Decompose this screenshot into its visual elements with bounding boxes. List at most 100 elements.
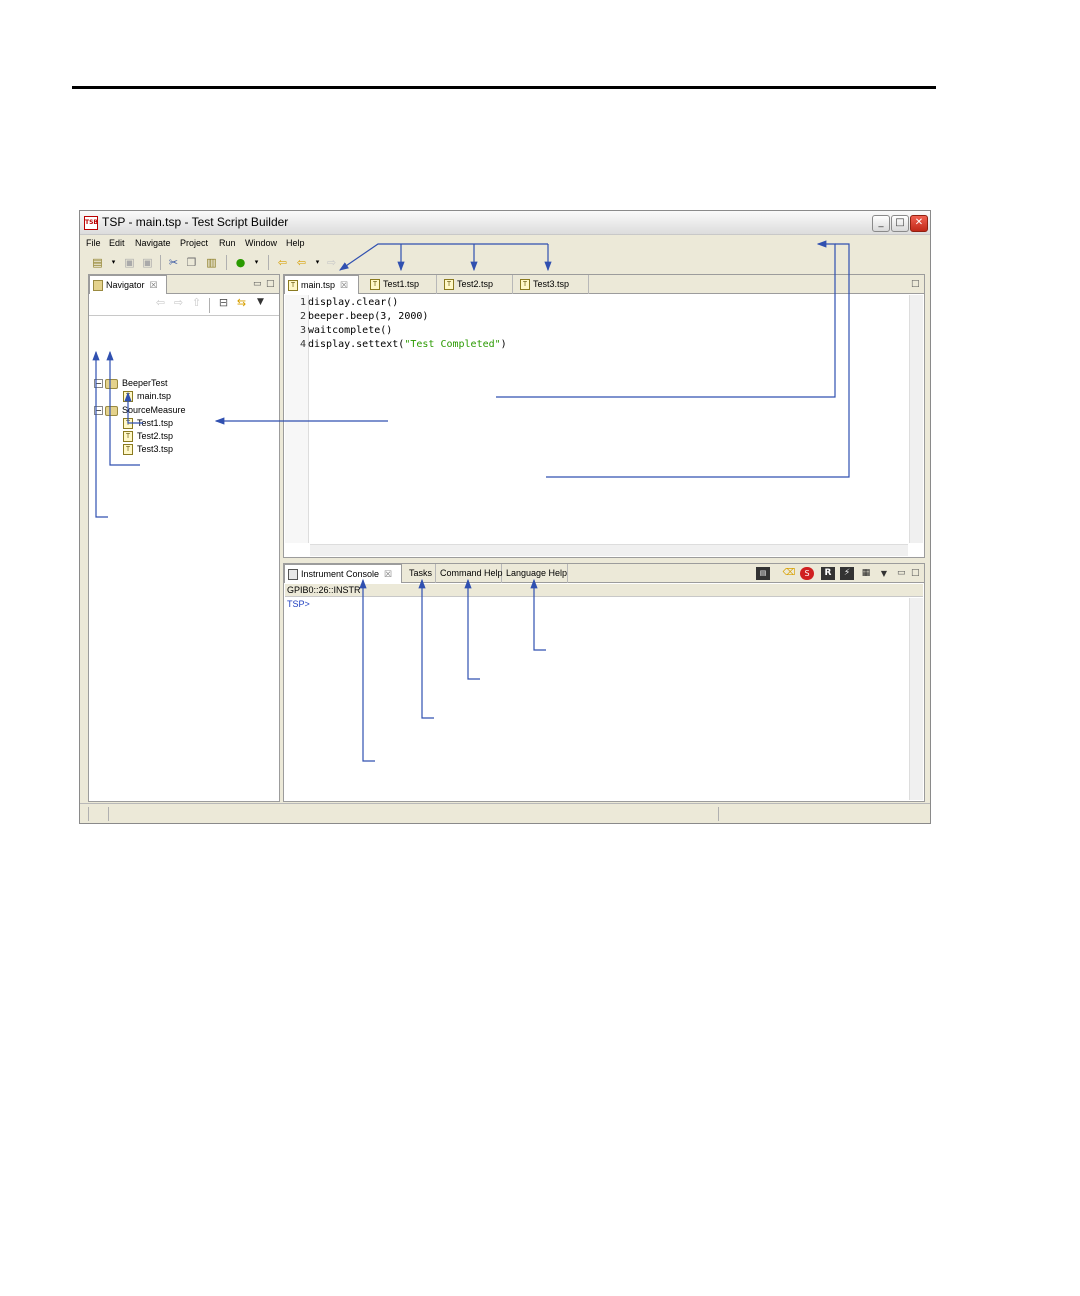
- tab-label: Test2.tsp: [457, 279, 494, 289]
- save-icon[interactable]: ▣: [122, 255, 137, 270]
- close-tab-icon[interactable]: ☒: [340, 280, 348, 290]
- tree-file-test2[interactable]: T Test2.tsp: [123, 430, 173, 443]
- status-bar: [80, 803, 930, 823]
- status-separator: [718, 807, 719, 821]
- maximize-editor-icon[interactable]: □: [911, 279, 920, 289]
- tab-test2-tsp[interactable]: T Test2.tsp: [441, 275, 513, 294]
- new-dropdown-icon[interactable]: ▾: [106, 255, 121, 270]
- project-folder-icon: [105, 378, 118, 389]
- view-menu-icon[interactable]: ▼: [879, 567, 889, 580]
- tree-project-beepertest[interactable]: BeeperTest: [105, 377, 168, 390]
- project-folder-icon: [105, 405, 118, 416]
- menu-run[interactable]: Run: [219, 238, 236, 248]
- code-text: ): [500, 339, 507, 350]
- file-name: Test3.tsp: [137, 444, 174, 454]
- tsp-file-icon: T: [370, 279, 380, 290]
- back-icon[interactable]: ⇦: [294, 255, 309, 270]
- tree-file-test3[interactable]: T Test3.tsp: [123, 443, 173, 456]
- nav-up-icon[interactable]: ⇧: [189, 295, 204, 310]
- collapse-all-icon[interactable]: ⊟: [216, 295, 231, 310]
- console-prompt[interactable]: TSP>: [287, 599, 310, 609]
- new-file-icon[interactable]: ▤: [90, 255, 105, 270]
- tab-language-help[interactable]: Language Help: [502, 564, 568, 583]
- save-all-icon[interactable]: ▣: [140, 255, 155, 270]
- connection-bar: GPIB0::26::INSTR: [285, 584, 923, 597]
- tab-tasks[interactable]: Tasks: [402, 564, 436, 583]
- tab-command-help[interactable]: Command Help: [436, 564, 503, 583]
- menu-project[interactable]: Project: [180, 238, 208, 248]
- maximize-button[interactable]: □: [891, 215, 909, 232]
- run-dropdown-icon[interactable]: ▾: [249, 255, 264, 270]
- copy-icon[interactable]: ❐: [184, 255, 199, 270]
- tab-instrument-console[interactable]: Instrument Console ☒: [284, 564, 402, 583]
- minimize-view-icon[interactable]: ▭: [897, 568, 906, 578]
- close-tab-icon[interactable]: ☒: [150, 280, 158, 290]
- project-name: SourceMeasure: [122, 405, 186, 415]
- toolbar-separator: [209, 298, 210, 313]
- minimize-button[interactable]: _: [872, 215, 890, 232]
- tsp-file-icon: T: [444, 279, 454, 290]
- cut-icon[interactable]: ✂: [166, 255, 181, 270]
- collapse-sourcemeasure-icon[interactable]: −: [94, 406, 103, 415]
- navigator-icon: [93, 280, 103, 291]
- code-line[interactable]: display.settext("Test Completed"): [308, 339, 507, 350]
- menu-bar: File Edit Navigate Project Run Window He…: [80, 236, 930, 251]
- tree-project-sourcemeasure[interactable]: SourceMeasure: [105, 404, 186, 417]
- editor-panel: Tmain.tsp ☒ T Test1.tsp T Test2.tsp T Test3.…: [283, 274, 925, 558]
- tab-label: Command Help: [440, 568, 503, 578]
- tab-label: main.tsp: [301, 280, 336, 290]
- connection-label: GPIB0::26::INSTR: [287, 585, 361, 595]
- main-toolbar: ▤ ▾ ▣ ▣ ✂ ❐ ▥ ● ▾ ⇦ ⇦ ▾ ⇨: [80, 252, 930, 274]
- minimize-view-icon[interactable]: ▭: [253, 279, 262, 289]
- tsp-file-icon: T: [123, 444, 133, 456]
- tab-main-tsp[interactable]: Tmain.tsp ☒: [284, 275, 359, 294]
- menu-file[interactable]: File: [86, 238, 101, 248]
- menu-edit[interactable]: Edit: [109, 238, 125, 248]
- back-dropdown-icon[interactable]: ▾: [310, 255, 325, 270]
- page-rule: [72, 86, 936, 89]
- console-display-icon[interactable]: ▤: [756, 567, 770, 580]
- editor-horizontal-scrollbar[interactable]: [310, 544, 908, 556]
- string-literal: "Test Completed": [404, 339, 501, 350]
- line-number: 3: [300, 325, 307, 336]
- last-edit-icon[interactable]: ⇦: [275, 255, 290, 270]
- nav-forward-icon[interactable]: ⇨: [171, 295, 186, 310]
- abort-icon[interactable]: ⚡: [840, 567, 854, 580]
- run-icon[interactable]: ●: [233, 255, 248, 270]
- console-tabstrip: Instrument Console ☒ Tasks Command Help L…: [284, 564, 924, 583]
- tree-file-test1[interactable]: T Test1.tsp: [123, 417, 173, 430]
- code-line[interactable]: beeper.beep(3, 2000): [308, 311, 428, 322]
- app-icon: TSB: [84, 216, 98, 230]
- tab-label: Tasks: [409, 568, 433, 578]
- tree-file-main[interactable]: Tmain.tsp: [123, 390, 171, 403]
- instrument-icon[interactable]: ▦: [859, 567, 873, 580]
- maximize-view-icon[interactable]: □: [266, 279, 275, 289]
- tsp-file-icon: T: [520, 279, 530, 290]
- tab-test3-tsp[interactable]: T Test3.tsp: [517, 275, 589, 294]
- code-line[interactable]: waitcomplete(): [308, 325, 392, 336]
- navigator-tabstrip: Navigator ☒ ▭ □: [89, 275, 279, 294]
- link-editor-icon[interactable]: ⇆: [234, 295, 249, 310]
- code-line[interactable]: display.clear(): [308, 297, 398, 308]
- forward-icon[interactable]: ⇨: [324, 255, 339, 270]
- maximize-view-icon[interactable]: □: [911, 568, 920, 578]
- clear-console-icon[interactable]: ⌫: [782, 567, 796, 580]
- editor-vertical-scrollbar[interactable]: [909, 295, 923, 543]
- view-menu-icon[interactable]: ▼: [253, 295, 268, 310]
- tab-label: Test1.tsp: [383, 279, 420, 289]
- menu-help[interactable]: Help: [286, 238, 305, 248]
- close-tab-icon[interactable]: ☒: [384, 569, 392, 579]
- nav-back-icon[interactable]: ⇦: [153, 295, 168, 310]
- file-name: main.tsp: [137, 391, 172, 401]
- reset-icon[interactable]: R: [821, 567, 835, 580]
- status-separator: [88, 807, 89, 821]
- stop-icon[interactable]: S: [800, 567, 814, 580]
- tab-test1-tsp[interactable]: T Test1.tsp: [367, 275, 437, 294]
- collapse-beepertest-icon[interactable]: −: [94, 379, 103, 388]
- close-button[interactable]: ✕: [910, 215, 928, 232]
- console-vertical-scrollbar[interactable]: [909, 598, 923, 800]
- tab-navigator[interactable]: Navigator ☒: [89, 275, 167, 294]
- menu-navigate[interactable]: Navigate: [135, 238, 171, 248]
- menu-window[interactable]: Window: [245, 238, 277, 248]
- paste-icon[interactable]: ▥: [204, 255, 219, 270]
